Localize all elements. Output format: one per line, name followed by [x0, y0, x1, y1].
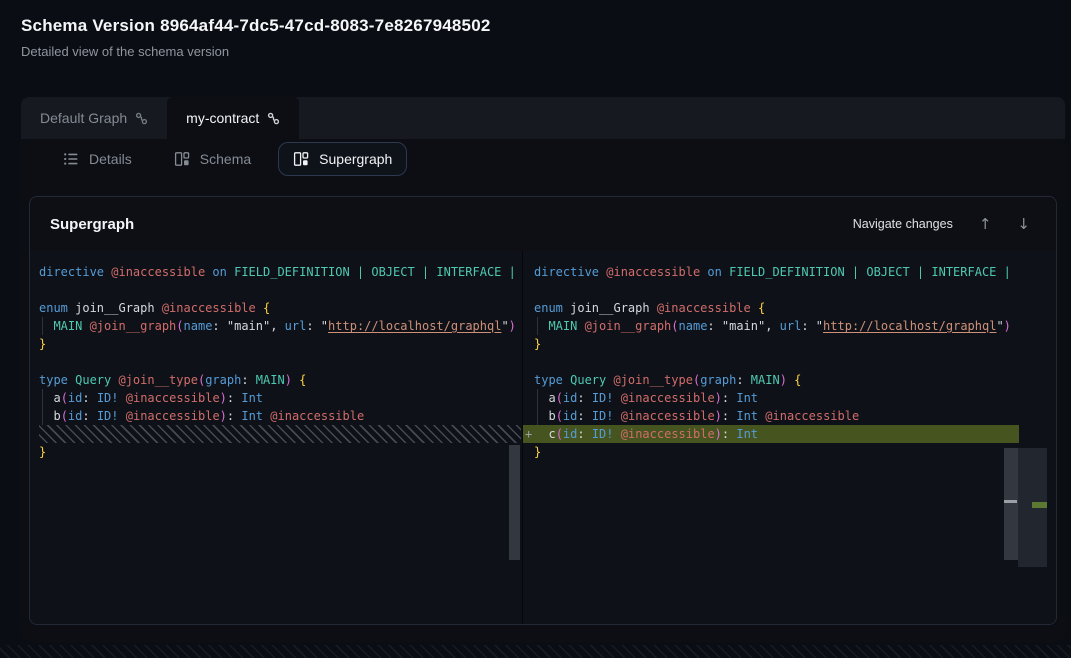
code-line: b(id: ID! @inaccessible): Int @inaccessi…	[30, 407, 522, 425]
diff-editor[interactable]: directive @inaccessible on FIELD_DEFINIT…	[30, 251, 1056, 624]
code-line: enum join__Graph @inaccessible {	[523, 299, 1056, 317]
subtab-supergraph[interactable]: Supergraph	[278, 142, 407, 176]
supergraph-panel: Supergraph Navigate changes ↑ ↓ directiv…	[29, 196, 1057, 625]
code-line: }	[523, 443, 1056, 461]
arrow-up-icon: ↑	[979, 215, 992, 233]
minimap-marker-green	[1032, 502, 1047, 508]
indent-guide	[42, 317, 43, 335]
collapsed-region-hatch	[39, 425, 521, 443]
tab-label: Default Graph	[40, 110, 127, 126]
page-subtitle: Detailed view of the schema version	[21, 44, 491, 59]
list-icon	[63, 151, 79, 167]
code-line: MAIN @join__graph(name: "main", url: "ht…	[30, 317, 522, 335]
view-subtabs: Details Schema Supergraph	[21, 139, 1065, 179]
code-line: directive @inaccessible on FIELD_DEFINIT…	[523, 263, 1056, 281]
page-title: Schema Version 8964af44-7dc5-47cd-8083-7…	[21, 16, 491, 36]
code-line	[523, 281, 1056, 299]
indent-guide	[42, 407, 43, 425]
code-line	[523, 353, 1056, 371]
code-line: MAIN @join__graph(name: "main", url: "ht…	[523, 317, 1056, 335]
minimap-marker-gray	[1004, 500, 1017, 503]
graph-tabs: Default Graph my-contract	[21, 97, 1065, 139]
variant-icon	[267, 112, 280, 125]
code-line: }	[523, 335, 1056, 353]
indent-guide	[537, 407, 538, 425]
variant-icon	[135, 112, 148, 125]
indent-guide	[537, 389, 538, 407]
navigate-changes: Navigate changes ↑ ↓	[853, 213, 1036, 235]
tab-label: my-contract	[186, 110, 259, 126]
panel-title: Supergraph	[50, 216, 134, 233]
code-line: b(id: ID! @inaccessible): Int @inaccessi…	[523, 407, 1056, 425]
tab-default-graph[interactable]: Default Graph	[21, 97, 167, 139]
indent-guide	[537, 317, 538, 335]
arrow-down-icon: ↓	[1017, 215, 1030, 233]
indent-guide	[42, 389, 43, 407]
navigate-down-button[interactable]: ↓	[1011, 213, 1036, 235]
navigate-up-button[interactable]: ↑	[973, 213, 998, 235]
code-line	[30, 281, 522, 299]
scrollbar-thumb-right[interactable]	[1004, 448, 1018, 560]
page-header: Schema Version 8964af44-7dc5-47cd-8083-7…	[21, 16, 491, 59]
code-line: type Query @join__type(graph: MAIN) {	[30, 371, 522, 389]
panel-header: Supergraph Navigate changes ↑ ↓	[30, 197, 1056, 251]
subtab-schema[interactable]: Schema	[159, 142, 266, 176]
subtab-label: Details	[89, 151, 132, 167]
collapsed-region-hatch-bottom	[0, 645, 1071, 658]
code-line	[30, 353, 522, 371]
diff-pane-left[interactable]: directive @inaccessible on FIELD_DEFINIT…	[30, 251, 522, 624]
code-line: }	[30, 443, 522, 461]
subtab-label: Supergraph	[319, 151, 392, 167]
scrollbar-thumb-left[interactable]	[509, 445, 520, 560]
navigate-changes-label: Navigate changes	[853, 217, 953, 231]
schema-version-card: Default Graph my-contract	[21, 97, 1065, 642]
code-line: directive @inaccessible on FIELD_DEFINIT…	[30, 263, 522, 281]
added-code-line: + c(id: ID! @inaccessible): Int	[523, 425, 1019, 443]
subtab-details[interactable]: Details	[48, 142, 147, 176]
code-line: a(id: ID! @inaccessible): Int	[30, 389, 522, 407]
code-line: a(id: ID! @inaccessible): Int	[523, 389, 1056, 407]
diff-added-marker: +	[525, 425, 532, 443]
code-line: enum join__Graph @inaccessible {	[30, 299, 522, 317]
code-line: }	[30, 335, 522, 353]
code-line: type Query @join__type(graph: MAIN) {	[523, 371, 1056, 389]
panels-icon	[293, 151, 309, 167]
tab-my-contract[interactable]: my-contract	[167, 97, 299, 139]
diff-pane-right[interactable]: directive @inaccessible on FIELD_DEFINIT…	[522, 251, 1056, 624]
subtab-label: Schema	[200, 151, 251, 167]
panels-icon	[174, 151, 190, 167]
